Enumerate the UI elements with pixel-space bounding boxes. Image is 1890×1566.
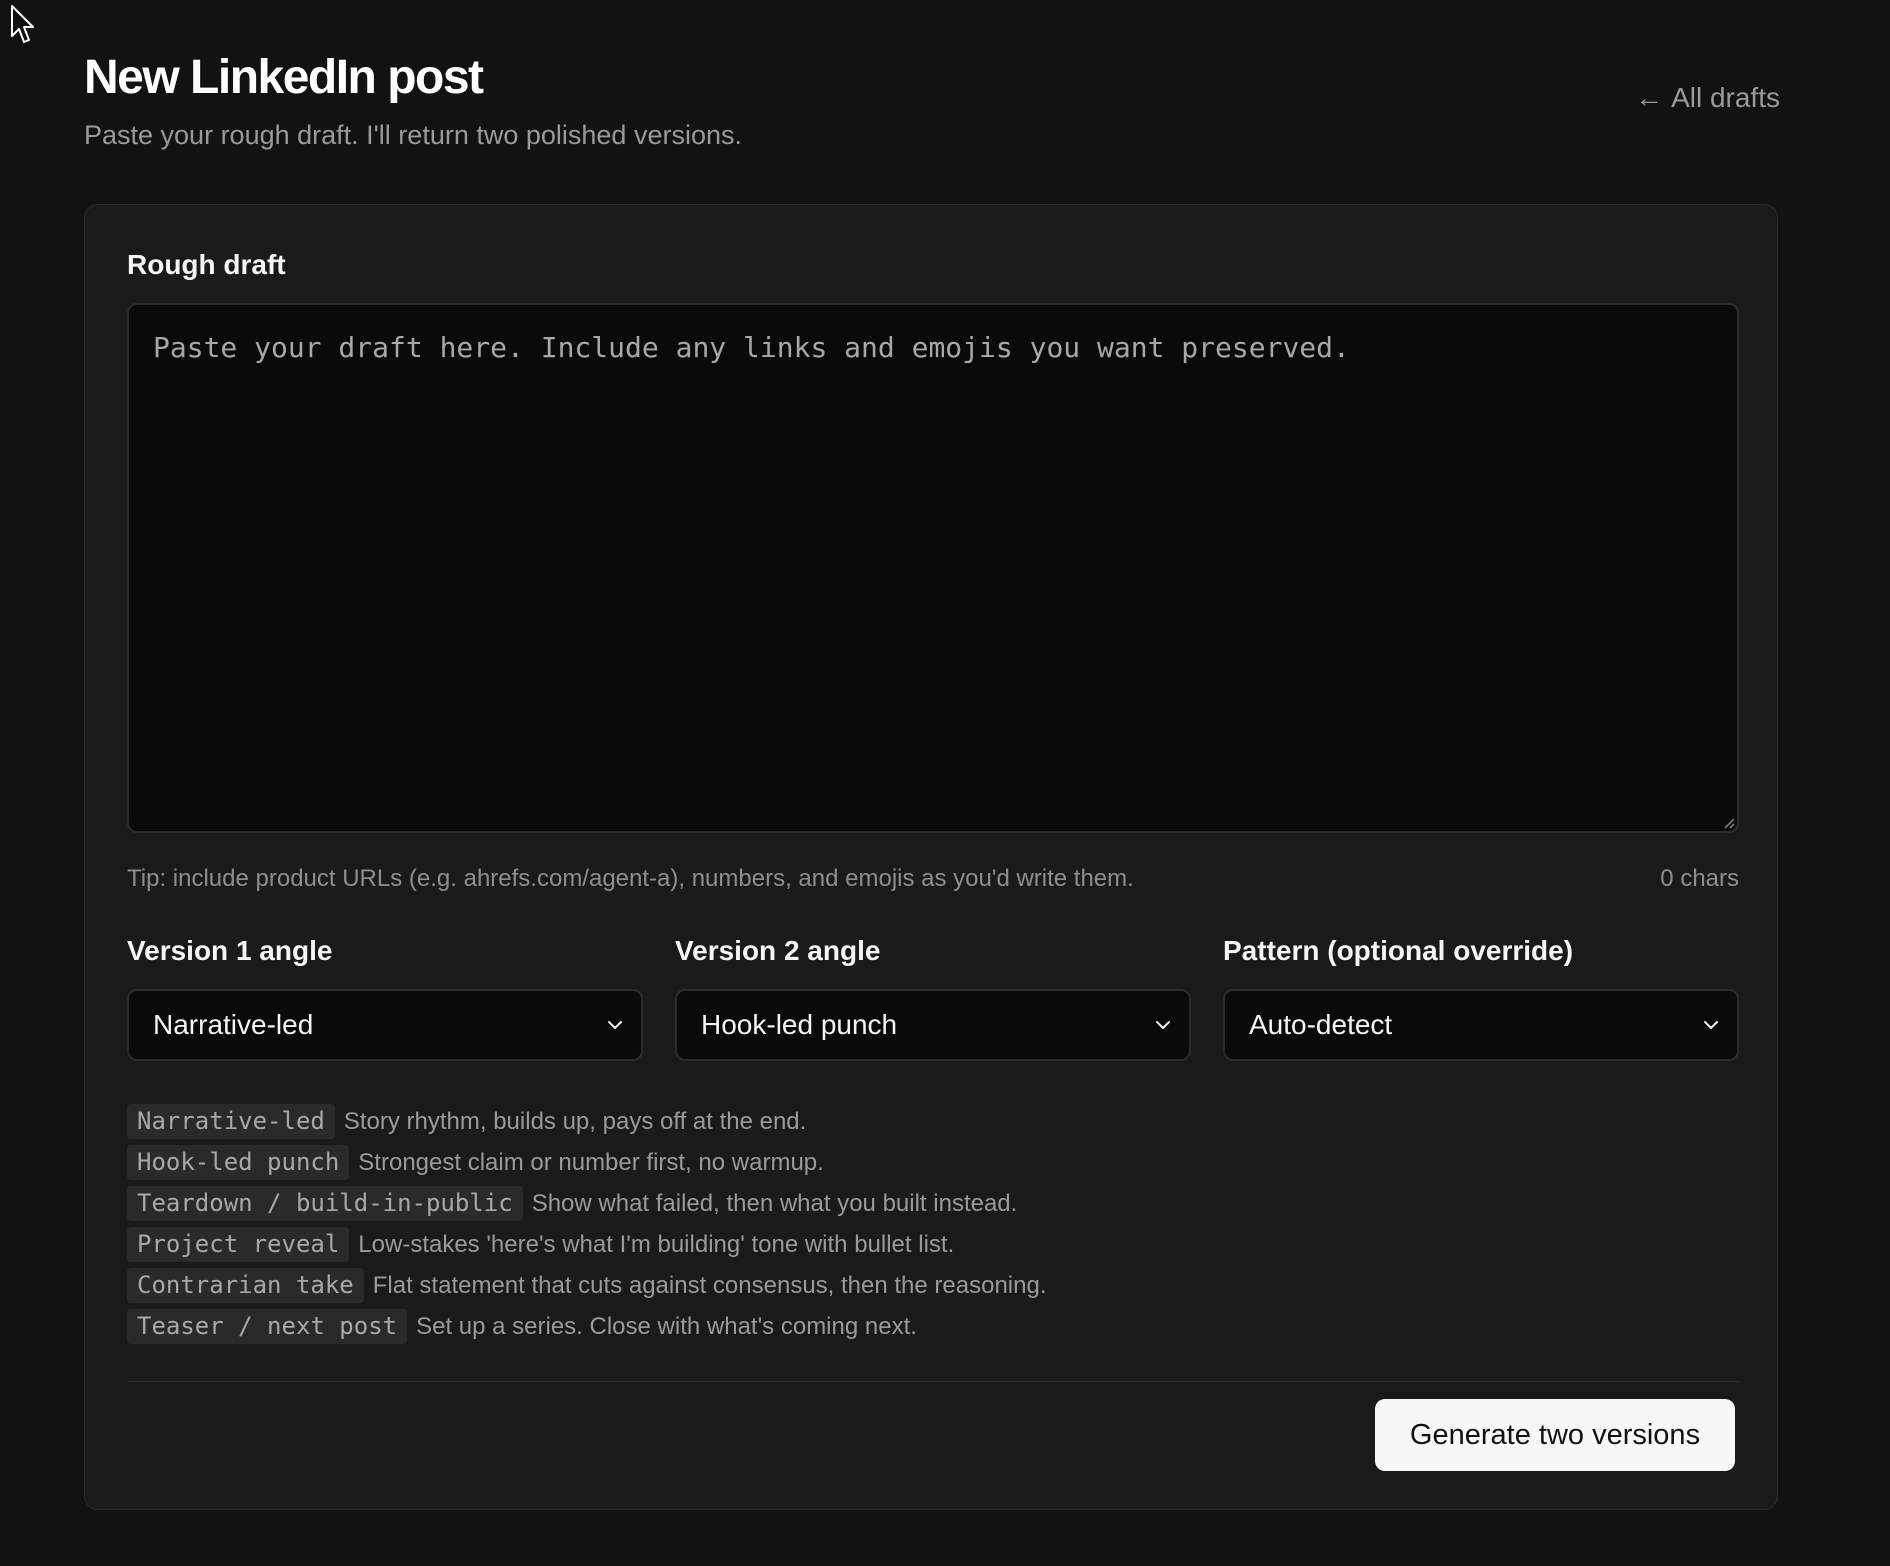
version2-angle-label: Version 2 angle [675, 935, 881, 966]
chevron-down-icon [608, 1021, 622, 1029]
all-drafts-link[interactable]: ← All drafts [1635, 82, 1780, 114]
legend-angle-description: Flat statement that cuts against consens… [372, 1271, 1047, 1299]
legend-angle-name: Teaser / next post [127, 1309, 408, 1344]
pattern-override-label: Pattern (optional override) [1223, 935, 1574, 966]
version2-angle-select[interactable]: Hook-led punch [675, 989, 1191, 1061]
legend-angle-name: Teardown / build-in-public [127, 1186, 523, 1221]
version1-angle-label: Version 1 angle [127, 935, 333, 966]
generate-versions-button[interactable]: Generate two versions [1375, 1399, 1735, 1471]
angle-legend: Narrative-led Story rhythm, builds up, p… [127, 1101, 1046, 1347]
legend-angle-name: Contrarian take [127, 1268, 364, 1303]
version1-angle-select[interactable]: Narrative-led [127, 989, 643, 1061]
legend-angle-description: Strongest claim or number first, no warm… [358, 1148, 824, 1176]
char-count: 0 chars [1660, 865, 1739, 892]
page-title: New LinkedIn post [84, 51, 484, 104]
version2-angle-group: Version 2 angle Hook-led punch [675, 935, 1191, 1061]
pattern-override-value: Auto-detect [1249, 1009, 1393, 1040]
rough-draft-label: Rough draft [127, 249, 286, 280]
form-divider [127, 1381, 1739, 1382]
legend-angle-name: Hook-led punch [127, 1145, 350, 1180]
draft-helper-row: Tip: include product URLs (e.g. ahrefs.c… [127, 865, 1739, 893]
legend-item: Project reveal Low-stakes 'here's what I… [127, 1224, 1046, 1265]
arrow-left-icon: ← [1635, 82, 1664, 113]
all-drafts-label: All drafts [1671, 82, 1780, 113]
draft-tip: Tip: include product URLs (e.g. ahrefs.c… [127, 865, 1134, 892]
pattern-override-select[interactable]: Auto-detect [1223, 989, 1739, 1061]
post-form-card: Rough draft Tip: include product URLs (e… [84, 204, 1778, 1510]
legend-item: Teardown / build-in-public Show what fai… [127, 1183, 1046, 1224]
chevron-down-icon [1156, 1021, 1170, 1029]
legend-item: Hook-led punch Strongest claim or number… [127, 1142, 1046, 1183]
legend-angle-description: Set up a series. Close with what's comin… [416, 1312, 917, 1340]
legend-angle-description: Show what failed, then what you built in… [531, 1189, 1018, 1217]
resize-handle-icon[interactable] [1723, 817, 1735, 829]
version1-angle-value: Narrative-led [153, 1009, 314, 1040]
legend-angle-description: Low-stakes 'here's what I'm building' to… [358, 1230, 955, 1258]
legend-item: Contrarian take Flat statement that cuts… [127, 1265, 1046, 1306]
legend-item: Teaser / next post Set up a series. Clos… [127, 1306, 1046, 1347]
rough-draft-textarea[interactable] [127, 303, 1739, 833]
pattern-override-group: Pattern (optional override) Auto-detect [1223, 935, 1739, 1061]
legend-angle-description: Story rhythm, builds up, pays off at the… [343, 1107, 807, 1135]
chevron-down-icon [1704, 1021, 1718, 1029]
page-header: New LinkedIn post Paste your rough draft… [84, 48, 1780, 152]
legend-angle-name: Narrative-led [127, 1104, 335, 1139]
version1-angle-group: Version 1 angle Narrative-led [127, 935, 643, 1061]
mouse-pointer-icon [11, 5, 34, 43]
page-subtitle: Paste your rough draft. I'll return two … [84, 120, 742, 150]
version2-angle-value: Hook-led punch [701, 1009, 898, 1040]
legend-angle-name: Project reveal [127, 1227, 350, 1262]
legend-item: Narrative-led Story rhythm, builds up, p… [127, 1101, 1046, 1142]
